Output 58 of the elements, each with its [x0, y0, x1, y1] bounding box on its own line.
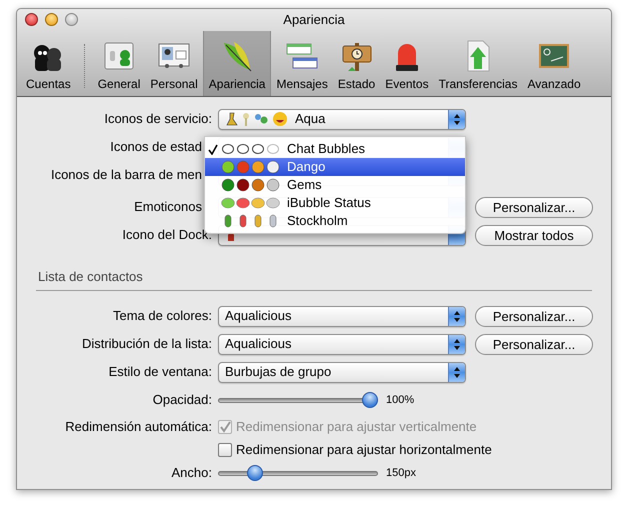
stepper-arrows-icon [453, 338, 461, 350]
status-icons-drawing [221, 196, 281, 210]
field-label: Distribución de la lista: [80, 335, 212, 354]
checkmark-icon [219, 421, 231, 433]
close-button[interactable] [25, 13, 38, 26]
status-icons-drawing [221, 178, 281, 192]
minimize-button[interactable] [45, 13, 58, 26]
popup-button[interactable]: Aqualicious [218, 334, 466, 354]
menu-item[interactable]: Chat Bubbles [205, 140, 465, 158]
slider-thumb[interactable] [246, 465, 263, 481]
field-label: Opacidad: [152, 391, 212, 410]
section-title: Lista de contactos [37, 269, 143, 284]
push-button[interactable]: Personalizar... [475, 196, 593, 218]
popup-button[interactable]: Burbujas de grupo [218, 362, 466, 382]
field-label: Ancho: [170, 464, 212, 482]
slider-value: 150px [386, 466, 416, 481]
stepper-arrows-icon [453, 366, 461, 378]
field-label: Iconos de la barra de men [50, 166, 202, 184]
status-icons-drawing [221, 142, 281, 156]
popup-value: Burbujas de grupo [225, 363, 332, 382]
push-button[interactable]: Personalizar... [475, 306, 593, 326]
push-button[interactable]: Mostrar todos [475, 224, 593, 246]
menu-item[interactable]: Gems [205, 176, 465, 194]
toolbar-tab[interactable]: Cuentas [21, 31, 76, 96]
slider-track[interactable] [218, 465, 378, 481]
field-label: Redimensión automática: [64, 418, 212, 436]
checkbox-label: Redimensionar para ajustar verticalmente [236, 418, 477, 436]
popup-value: Aqualicious [225, 335, 292, 354]
zoom-button[interactable] [65, 13, 78, 26]
field-label: Emoticonos [134, 198, 202, 216]
toolbar-tab[interactable]: Estado [332, 31, 380, 96]
toolbar-tab[interactable]: Mensajes [271, 31, 333, 96]
field-label: Iconos de servicio: [104, 110, 212, 128]
toolbar-tab[interactable]: Avanzado [522, 31, 586, 96]
popup-button[interactable]: Aqua [218, 108, 466, 130]
toolbar-tab[interactable]: Transferencias [434, 31, 522, 96]
stepper-arrows-icon [453, 310, 461, 322]
menu-item[interactable]: iBubble Status [205, 194, 465, 212]
popup-button[interactable]: Aqualicious [218, 306, 466, 326]
stepper-arrows-icon [453, 112, 461, 126]
push-button[interactable]: Personalizar... [475, 334, 593, 354]
slider-track[interactable] [218, 392, 378, 408]
slider-thumb[interactable] [362, 392, 378, 408]
window-title: Apariencia [283, 11, 345, 30]
toolbar-tab[interactable]: General [92, 31, 146, 96]
field-label: Tema de colores: [112, 307, 212, 326]
field-label: Estilo de ventana: [108, 363, 212, 382]
checkbox[interactable] [218, 443, 232, 457]
popup-value: Aqualicious [225, 307, 292, 326]
toolbar-tab[interactable]: Personal [145, 31, 203, 96]
checkbox-label: Redimensionar para ajustar horizontalmente [236, 441, 492, 460]
slider-value: 100% [386, 392, 414, 408]
menu-item[interactable]: Dango [205, 158, 465, 176]
popup-value: Aqua [295, 110, 326, 128]
toolbar-tab[interactable]: Apariencia [202, 31, 272, 96]
toolbar-tab[interactable]: Eventos [380, 31, 434, 96]
field-label: Iconos de estad [110, 138, 202, 156]
status-icons-drawing [221, 160, 281, 174]
